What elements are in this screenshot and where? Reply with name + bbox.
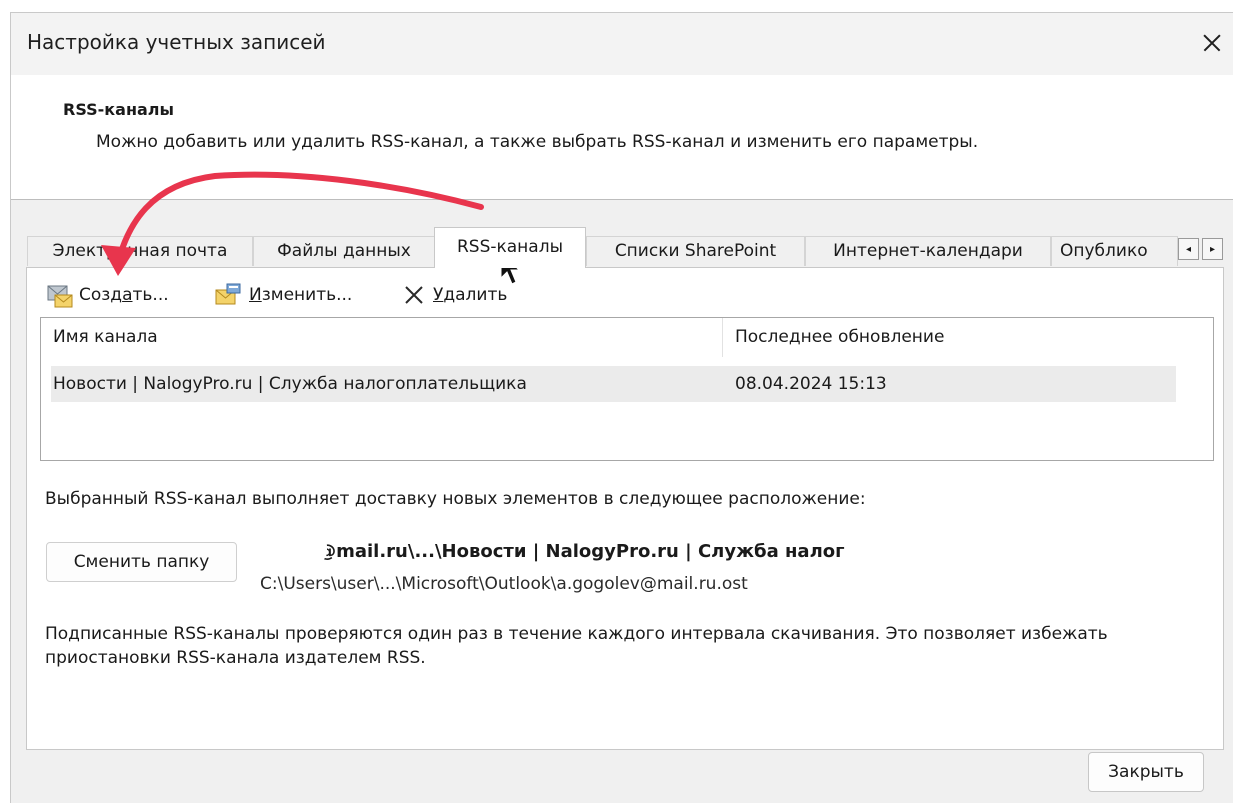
section-title: RSS-каналы (63, 100, 174, 119)
feed-name-cell: Новости | NalogyPro.ru | Служба налогопл… (53, 374, 527, 394)
table-row[interactable]: Новости | NalogyPro.ru | Служба налогопл… (51, 366, 1176, 402)
delivery-description: Выбранный RSS-канал выполняет доставку н… (45, 489, 866, 509)
edit-feed-icon (215, 283, 241, 305)
close-button[interactable]: Закрыть (1088, 752, 1204, 792)
tab-rss-feeds[interactable]: RSS-каналы (434, 227, 586, 268)
delete-label-accel: У (433, 285, 444, 305)
create-label-accel: а (122, 285, 133, 305)
tab-email[interactable]: Электронная почта (27, 236, 253, 266)
delete-x-icon (405, 286, 423, 304)
tab-published-calendars[interactable]: Опублико (1051, 236, 1178, 266)
new-feed-envelope-icon (47, 285, 73, 308)
tab-sharepoint-lists[interactable]: Списки SharePoint (586, 236, 805, 266)
delivery-folder-path: g ev@mail.ru\...\Новости | NalogyPro.ru … (275, 541, 845, 562)
toolbar: Созд а ть... Изменить... Удалить (45, 280, 745, 310)
scroll-left-icon[interactable]: ◂ (1178, 238, 1199, 260)
account-settings-dialog: Настройка учетных записей RSS-каналы Мож… (10, 12, 1233, 803)
edit-button[interactable]: Изменить... (213, 280, 352, 310)
title-bar: Настройка учетных записей (11, 13, 1233, 75)
delete-label-post: далить (443, 285, 508, 305)
column-header-last-update[interactable]: Последнее обновление (723, 318, 1176, 357)
tab-strip: Электронная почта Файлы данных RSS-канал… (27, 227, 1233, 268)
sync-note: Подписанные RSS-каналы проверяются один … (45, 624, 1108, 668)
create-button[interactable]: Созд а ть... (45, 280, 169, 310)
edit-label-post: зменить... (261, 285, 353, 305)
scroll-right-icon[interactable]: ▸ (1202, 238, 1223, 260)
create-label-pre: Созд (79, 285, 123, 305)
rss-feeds-panel: Созд а ть... Изменить... Удалить Имя кан… (26, 267, 1224, 750)
create-label-post: ть... (132, 285, 169, 305)
feed-list[interactable]: Имя канала Последнее обновление Новости … (40, 317, 1214, 461)
dialog-title: Настройка учетных записей (27, 30, 326, 54)
dialog-body: Электронная почта Файлы данных RSS-канал… (11, 200, 1233, 803)
close-icon[interactable] (1190, 23, 1233, 63)
tab-internet-calendars[interactable]: Интернет-календари (805, 236, 1051, 266)
header-area: RSS-каналы Можно добавить или удалить RS… (11, 75, 1233, 200)
tab-scroll-buttons: ◂ ▸ (1178, 238, 1224, 262)
column-header-feed-name[interactable]: Имя канала (41, 318, 722, 357)
edit-label-accel: И (249, 285, 262, 305)
section-description: Можно добавить или удалить RSS-канал, а … (96, 132, 979, 152)
data-file-path: C:\Users\user\...\Microsoft\Outlook\a.go… (260, 574, 748, 594)
redaction-mask (265, 536, 327, 562)
tab-data-files[interactable]: Файлы данных (253, 236, 435, 266)
list-header: Имя канала Последнее обновление (41, 318, 1176, 357)
change-folder-button[interactable]: Сменить папку (46, 542, 237, 582)
feed-updated-cell: 08.04.2024 15:13 (735, 374, 887, 394)
delete-button[interactable]: Удалить (401, 280, 507, 310)
